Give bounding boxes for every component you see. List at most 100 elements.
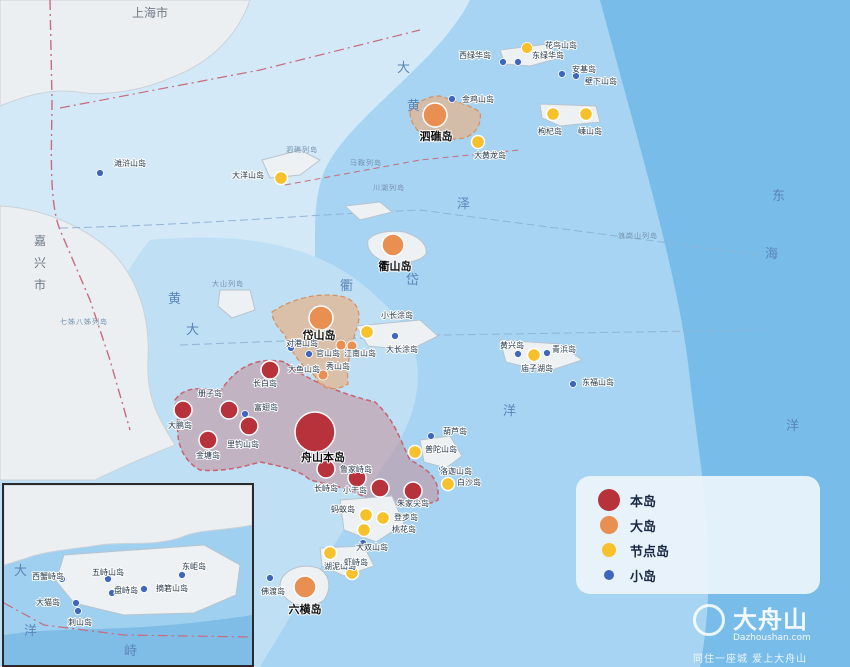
island-marker — [448, 95, 456, 103]
island-marker — [322, 545, 338, 561]
sea-label: 黄 — [168, 292, 181, 307]
island-label: 虾峙岛 — [344, 557, 368, 567]
island-label: 东福山岛 — [582, 377, 614, 387]
island-label: 大双山岛 — [356, 542, 388, 552]
island-marker — [578, 106, 594, 122]
island-label: 东绿华岛 — [532, 50, 564, 60]
island-marker — [198, 430, 218, 450]
watermark-slogan: 同住一座城 爱上大舟山 — [693, 654, 808, 665]
island-label: 西绿华岛 — [459, 50, 491, 60]
island-label: 六横岛 — [289, 602, 322, 616]
island-label: 泗礁岛 — [420, 129, 453, 143]
land-label: 市 — [34, 277, 46, 292]
island-marker — [266, 574, 274, 582]
island-label: 大黄龙岛 — [474, 150, 506, 160]
island-marker — [305, 350, 313, 358]
map-legend: 本岛 大岛 节点岛 小岛 — [576, 476, 820, 594]
island-marker — [294, 411, 336, 453]
land-label: 兴 — [34, 256, 46, 270]
island-marker — [239, 416, 259, 436]
watermark-domain: Dazhoushan.com — [733, 633, 811, 643]
strait-label: 大山列岛 — [212, 279, 244, 288]
island-label: 普陀山岛 — [425, 444, 457, 454]
island-marker — [422, 102, 448, 128]
island-label: 白沙岛 — [457, 477, 481, 487]
island-label: 黄兴岛 — [500, 340, 524, 350]
island-label: 鲁家峙岛 — [340, 464, 372, 474]
island-label: 官山岛 — [316, 348, 340, 358]
island-marker — [545, 106, 561, 122]
island-label: 小长涂岛 — [381, 310, 413, 320]
legend-swatch-orange — [600, 516, 618, 534]
island-label: 富翅岛 — [254, 402, 278, 412]
island-marker — [470, 134, 486, 150]
legend-swatch-yellow — [602, 543, 616, 557]
inset-island-label: 五峙山岛 — [92, 567, 124, 577]
island-marker — [403, 481, 423, 501]
legend-item-large-island: 大岛 — [598, 513, 656, 537]
land-label: 上海市 — [132, 5, 168, 20]
island-label: 大洋山岛 — [232, 170, 264, 180]
sea-label: 洋 — [503, 404, 516, 419]
island-label: 葫芦岛 — [443, 426, 467, 436]
island-marker — [558, 70, 566, 78]
island-marker — [521, 42, 533, 54]
sea-label: 大 — [397, 61, 410, 76]
sea-label: 海 — [765, 247, 778, 262]
island-label: 花鸟山岛 — [545, 40, 577, 50]
island-marker — [440, 476, 456, 492]
map-canvas: 上海市嘉兴市山大黄东海洋岱衢黄大泽洋泗礁列岛川湖列岛浪岗山列岛七姊八姊列岛大山列… — [0, 0, 850, 667]
island-label: 佛渡岛 — [261, 586, 285, 596]
sea-label: 东 — [772, 189, 785, 204]
island-label: 桃花岛 — [392, 524, 416, 534]
island-label: 安基岛 — [572, 64, 596, 74]
island-marker — [293, 575, 317, 599]
island-marker — [514, 350, 522, 358]
strait-label: 马鞍列岛 — [350, 158, 382, 167]
island-label: 壁下山岛 — [585, 76, 617, 86]
island-label: 衢山岛 — [379, 259, 412, 273]
island-label: 朱家尖岛 — [397, 498, 429, 508]
island-label: 册子岛 — [198, 388, 222, 398]
island-label: 登步岛 — [394, 512, 418, 522]
island-marker — [381, 233, 405, 257]
sea-label: 衢 — [340, 279, 353, 294]
legend-swatch-blue — [604, 570, 614, 580]
inset-island-marker — [74, 607, 82, 615]
inset-svg: 西蟹峙岛大猫岛 五峙山岛盘峙岛 摘箬山岛 东岠岛刺山岛 大洋峙 — [4, 485, 252, 665]
island-marker — [407, 444, 423, 460]
sea-label: 洋 — [786, 419, 799, 434]
island-label: 里钓山岛 — [227, 439, 259, 449]
island-label: 金塘岛 — [196, 450, 220, 460]
island-marker — [526, 347, 542, 363]
legend-label: 节点岛 — [630, 544, 670, 560]
inset-island-marker — [72, 599, 80, 607]
inset-map: 西蟹峙岛 大猫岛 五峙山岛 盘峙岛 摘箬山岛 东岠岛 刺山岛 大洋峙 — [2, 483, 254, 667]
legend-item-small-island: 小岛 — [598, 563, 656, 587]
legend-item-benisland: 本岛 — [598, 488, 656, 512]
strait-label: 七姊八姊列岛 — [60, 317, 108, 326]
island-label: 滩浒山岛 — [114, 158, 146, 168]
island-marker — [370, 478, 390, 498]
island-marker — [356, 522, 372, 538]
island-label: 舟山本岛 — [301, 450, 345, 464]
legend-label: 小岛 — [630, 569, 657, 585]
legend-item-node-island: 节点岛 — [598, 538, 669, 562]
island-marker — [391, 332, 399, 340]
legend-swatch-dark-red — [598, 489, 620, 511]
island-marker — [543, 349, 551, 357]
inset-sea-label: 大 — [14, 564, 27, 579]
inset-sea-label: 峙 — [124, 644, 137, 659]
sea-label: 黄 — [407, 99, 420, 114]
strait-label: 川湖列岛 — [373, 183, 405, 192]
island-marker — [359, 324, 375, 340]
island-label: 金鸡山岛 — [462, 94, 494, 104]
island-label: 大鹏岛 — [168, 420, 192, 430]
legend-label: 本岛 — [630, 494, 657, 510]
island-label: 蚂蚁岛 — [331, 504, 355, 514]
island-label: 洛迦山岛 — [440, 466, 472, 476]
island-label: 长白岛 — [253, 378, 277, 388]
island-label: 大鱼山岛 — [288, 364, 320, 374]
island-marker — [358, 507, 374, 523]
site-watermark: 大舟山 Dazhoushan.com 同住一座城 爱上大舟山 — [693, 600, 843, 666]
